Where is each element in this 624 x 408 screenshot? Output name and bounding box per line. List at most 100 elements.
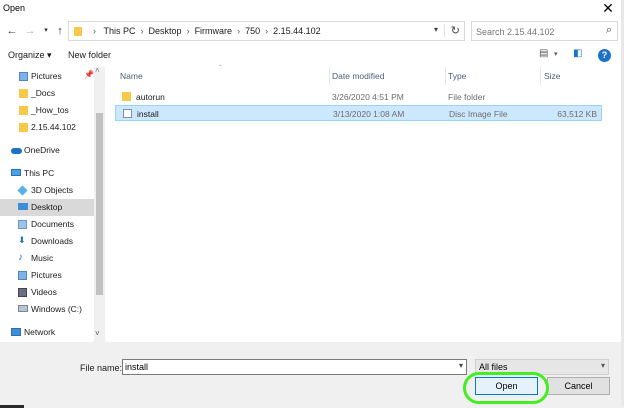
forward-arrow-icon[interactable]: → xyxy=(23,24,37,38)
annotation-highlight-ring xyxy=(463,372,549,404)
breadcrumb-chevron-icon[interactable]: › xyxy=(93,26,96,36)
folder-icon xyxy=(19,106,28,115)
column-divider[interactable] xyxy=(445,67,446,85)
file-name-input[interactable] xyxy=(125,361,445,373)
sidebar-item-label: Windows (C:) xyxy=(31,304,83,314)
file-type-value: All files xyxy=(479,362,508,372)
file-row-autorun[interactable]: autorun 3/26/2020 4:51 PM File folder xyxy=(115,89,602,105)
sidebar-item-how-tos[interactable]: _How_tos xyxy=(0,102,94,119)
breadcrumb-item-this-pc[interactable]: This PC xyxy=(104,26,136,36)
sidebar-item-label: Downloads xyxy=(31,236,74,246)
file-size: 63,512 KB xyxy=(557,109,597,119)
file-name: install xyxy=(137,109,159,119)
sidebar-item-videos[interactable]: Videos xyxy=(0,284,94,301)
preview-pane-icon[interactable]: ◧ xyxy=(573,48,582,59)
column-header-name[interactable]: Name xyxy=(120,71,143,81)
back-arrow-icon[interactable]: ← xyxy=(5,24,19,38)
breadcrumb-item-desktop[interactable]: Desktop xyxy=(149,26,182,36)
toolbar: Organize ▾ New folder ▤ ▾ ◧ xyxy=(0,45,624,67)
close-icon[interactable]: ✕ xyxy=(600,0,616,16)
title-bar: Open ✕ xyxy=(0,0,624,17)
address-row: ← → ▾ ↑ › This PC › Desktop › Firmware › 750 › 2… xyxy=(0,20,624,42)
documents-icon xyxy=(18,220,27,229)
sidebar-item-onedrive[interactable]: OneDrive xyxy=(0,142,94,159)
help-icon[interactable]: ? xyxy=(598,49,611,62)
breadcrumb-item-firmware[interactable]: Firmware xyxy=(195,26,233,36)
videos-icon xyxy=(18,288,27,297)
sidebar-item-3d-objects[interactable]: 3D Objects xyxy=(0,182,94,199)
sidebar-item-network[interactable]: Network xyxy=(0,324,94,341)
view-options-icon[interactable]: ▤ xyxy=(539,48,548,59)
breadcrumb-item-current[interactable]: 2.15.44.102 xyxy=(273,26,321,36)
sidebar-item-music[interactable]: ♪ Music xyxy=(0,250,94,267)
view-dropdown-icon[interactable]: ▾ xyxy=(554,50,558,58)
folder-icon xyxy=(19,89,28,98)
organize-button[interactable]: Organize ▾ xyxy=(8,50,52,61)
sidebar-item-label: Network xyxy=(24,327,56,337)
sidebar-item-pictures[interactable]: Pictures xyxy=(0,267,94,284)
sidebar-item-desktop[interactable]: Desktop xyxy=(0,199,94,216)
column-header-date-modified[interactable]: Date modified xyxy=(332,71,384,81)
breadcrumb-chevron-icon[interactable]: › xyxy=(237,26,240,36)
breadcrumb-chevron-icon[interactable]: › xyxy=(187,26,190,36)
new-folder-button[interactable]: New folder xyxy=(68,50,111,60)
sort-caret-icon: ˆ xyxy=(219,64,222,73)
file-list: ˆ Name Date modified Type Size autorun 3… xyxy=(105,64,624,342)
column-divider[interactable] xyxy=(540,67,541,85)
file-date: 3/13/2020 1:08 AM xyxy=(333,109,405,119)
sidebar-item-label: Documents xyxy=(31,219,74,229)
sidebar-item-label: OneDrive xyxy=(24,145,60,155)
sidebar-item-label: Videos xyxy=(31,287,57,297)
search-input[interactable] xyxy=(476,25,596,38)
sidebar-item-label: _Docs xyxy=(31,88,56,98)
network-icon xyxy=(11,328,21,336)
file-name: autorun xyxy=(136,92,165,102)
sidebar-item-label: Desktop xyxy=(31,202,63,212)
search-box[interactable]: ⌕ xyxy=(471,21,618,41)
file-row-install[interactable]: install 3/13/2020 1:08 AM Disc Image Fil… xyxy=(115,105,602,121)
open-file-dialog: Open ✕ ← → ▾ ↑ › This PC › Desktop › Firmwar… xyxy=(0,0,624,408)
refresh-icon[interactable]: ↻ xyxy=(443,24,460,37)
up-arrow-icon[interactable]: ↑ xyxy=(53,24,67,38)
sidebar-item-downloads[interactable]: ⬇ Downloads xyxy=(0,233,94,250)
address-bar[interactable]: › This PC › Desktop › Firmware › 750 › 2.15.44.1… xyxy=(68,21,465,41)
folder-icon xyxy=(74,27,82,36)
sidebar-item-this-pc[interactable]: This PC xyxy=(0,165,94,182)
file-name-combobox[interactable]: ▾ xyxy=(122,359,467,375)
sidebar-item-docs[interactable]: _Docs xyxy=(0,85,94,102)
drive-icon xyxy=(18,305,28,312)
sidebar-item-label: Pictures xyxy=(31,270,62,280)
file-name-label: File name: xyxy=(80,363,123,373)
scroll-up-icon[interactable]: ˄ xyxy=(95,66,100,75)
breadcrumb-chevron-icon[interactable]: › xyxy=(265,26,268,36)
chevron-down-icon: ▾ xyxy=(600,361,605,370)
downloads-icon: ⬇ xyxy=(18,235,26,245)
sidebar-item-documents[interactable]: Documents xyxy=(0,216,94,233)
breadcrumb-chevron-icon[interactable]: › xyxy=(141,26,144,36)
breadcrumb-item-750[interactable]: 750 xyxy=(245,26,260,36)
column-header-type[interactable]: Type xyxy=(448,71,466,81)
sidebar-item-2-15-44-102[interactable]: 2.15.44.102 xyxy=(0,119,94,136)
cancel-button[interactable]: Cancel xyxy=(547,377,610,395)
search-icon: ⌕ xyxy=(605,24,612,36)
sidebar-item-label: Pictures xyxy=(31,71,62,81)
3d-objects-icon xyxy=(17,185,28,196)
recent-locations-chevron-icon[interactable]: ▾ xyxy=(39,24,53,38)
sidebar-item-label: 3D Objects xyxy=(31,185,74,195)
scroll-down-icon[interactable]: ˅ xyxy=(95,329,100,338)
column-header-size[interactable]: Size xyxy=(544,71,561,81)
navigation-scrollbar[interactable]: ˄ ˅ xyxy=(94,66,105,342)
scrollbar-thumb[interactable] xyxy=(96,113,103,295)
desktop-icon xyxy=(18,203,28,210)
sidebar-item-label: This PC xyxy=(24,168,55,178)
folder-icon xyxy=(19,123,28,132)
address-dropdown-icon[interactable]: ▾ xyxy=(434,25,438,34)
sidebar-item-windows-c[interactable]: Windows (C:) xyxy=(0,301,94,318)
column-divider[interactable] xyxy=(329,67,330,85)
file-date: 3/26/2020 4:51 PM xyxy=(332,92,404,102)
navigation-pane: Pictures 📌 _Docs _How_tos 2.15.44.102 On… xyxy=(0,67,105,342)
onedrive-icon xyxy=(11,148,22,154)
chevron-down-icon[interactable]: ▾ xyxy=(459,361,463,370)
pin-icon[interactable]: 📌 xyxy=(84,70,94,79)
sidebar-item-pictures-quick[interactable]: Pictures 📌 xyxy=(0,68,94,85)
